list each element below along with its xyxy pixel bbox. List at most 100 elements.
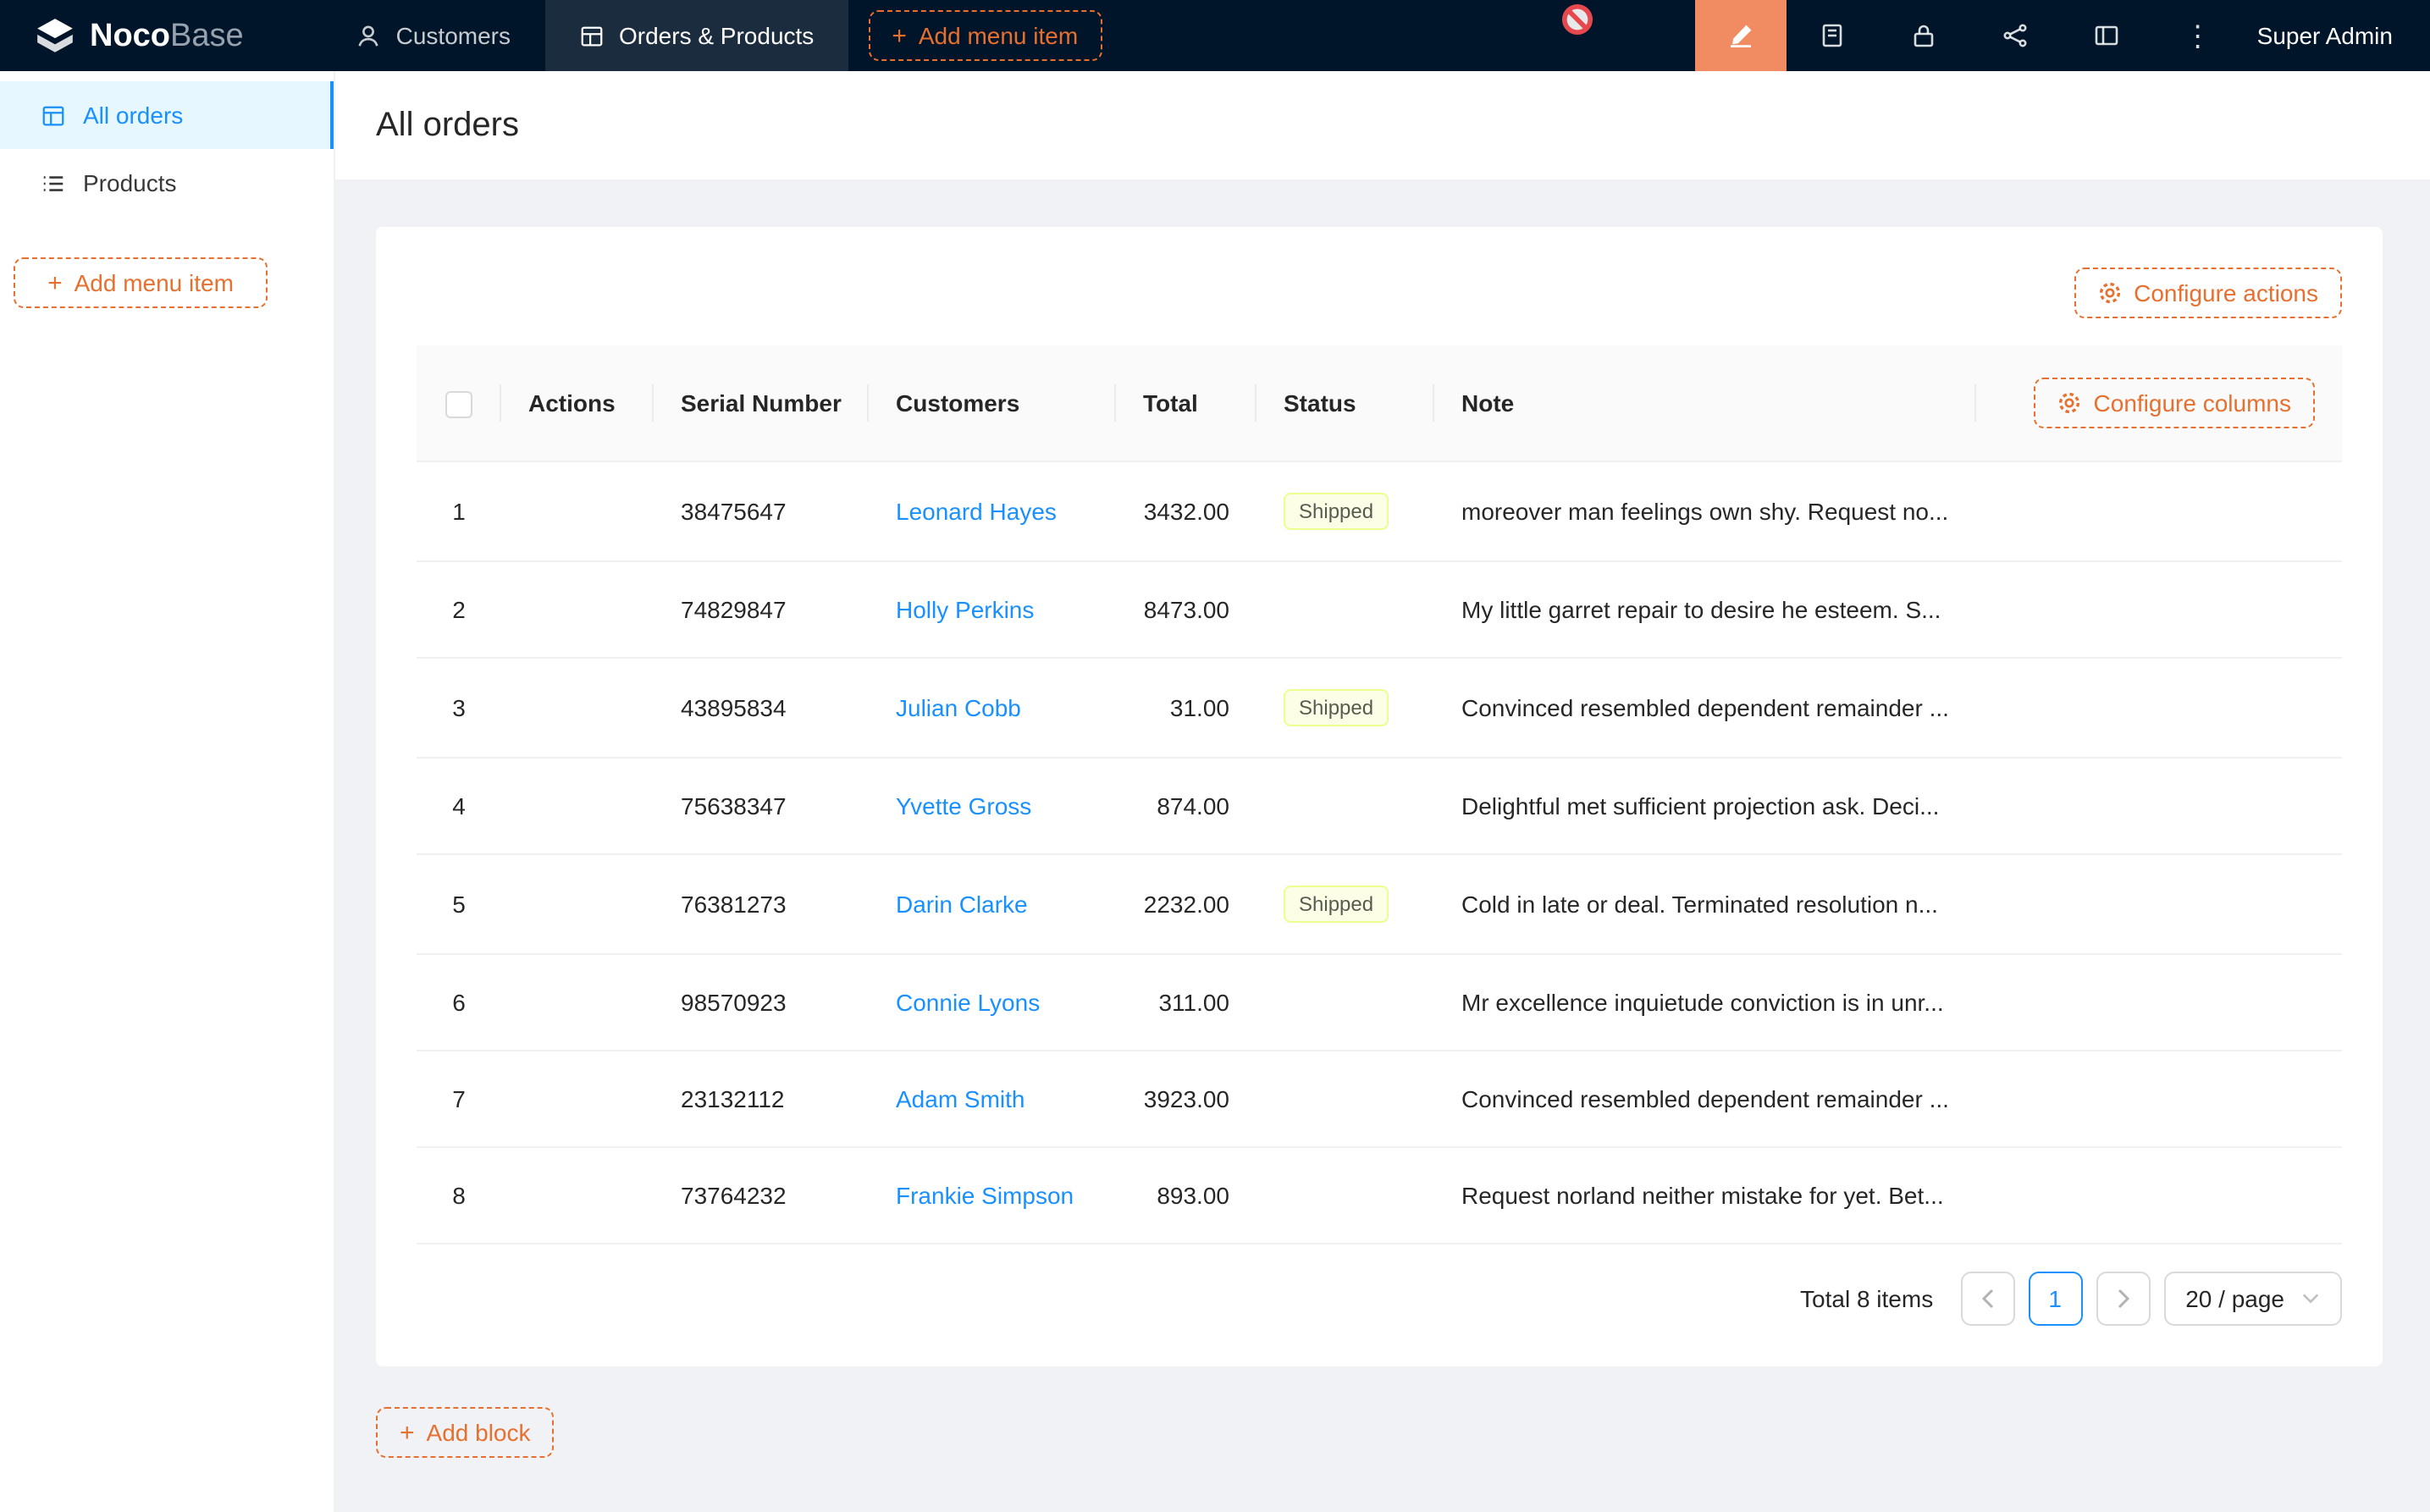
status-tag: Shipped: [1284, 886, 1389, 923]
add-block-button[interactable]: + Add block: [376, 1407, 555, 1458]
customer-link[interactable]: Yvette Gross: [896, 792, 1031, 819]
sidebar-item-products[interactable]: Products: [0, 149, 334, 217]
main-area: All orders Configure actions: [335, 71, 2430, 1512]
column-header-actions: Actions: [501, 345, 654, 462]
note-cell: Delightful met sufficient projection ask…: [1434, 759, 1976, 855]
customer-link[interactable]: Holly Perkins: [896, 596, 1034, 623]
pagination-next-button[interactable]: [2096, 1272, 2150, 1326]
brand-text: NocoBase: [90, 19, 244, 52]
chevron-down-icon: [2301, 1292, 2320, 1305]
page-title: All orders: [376, 106, 519, 145]
nav-item-label: Customers: [396, 22, 511, 49]
top-navbar: NocoBase Customers Orders & Products + A…: [0, 0, 2430, 71]
more-icon: ⋮: [2184, 21, 2212, 50]
total-cell: 893.00: [1116, 1148, 1256, 1244]
configure-actions-button[interactable]: Configure actions: [2074, 268, 2342, 318]
ui-editor-button[interactable]: [1695, 0, 1787, 71]
row-index: 8: [417, 1148, 501, 1244]
row-actions-cell: [501, 562, 654, 659]
plugins-button[interactable]: [1969, 0, 2061, 71]
more-button[interactable]: ⋮: [2152, 0, 2244, 71]
sidebar-item-label: Products: [83, 169, 177, 196]
row-index: 1: [417, 462, 501, 562]
page-size-select[interactable]: 20 / page: [2163, 1272, 2342, 1326]
plus-icon: +: [892, 23, 907, 48]
navbar-actions: ⋮ Super Admin: [1695, 0, 2430, 71]
customer-link[interactable]: Leonard Hayes: [896, 498, 1057, 525]
status-tag: Shipped: [1284, 689, 1389, 726]
nocobase-logo[interactable]: NocoBase: [0, 0, 244, 71]
customer-link[interactable]: Julian Cobb: [896, 694, 1021, 721]
docs-button[interactable]: [1787, 0, 1878, 71]
total-cell: 2232.00: [1116, 855, 1256, 955]
row-index: 4: [417, 759, 501, 855]
note-cell: Convinced resembled dependent remainder …: [1434, 1051, 1976, 1148]
row-index: 5: [417, 855, 501, 955]
highlighter-icon: [1727, 22, 1754, 49]
configure-columns-button[interactable]: Configure columns: [2035, 378, 2315, 428]
orders-table-block: Configure actions Actions Seria: [376, 227, 2383, 1366]
pagination: Total 8 items 1: [417, 1244, 2342, 1366]
table-row: 1 38475647 Leonard Hayes 3432.00 Shipped…: [417, 462, 2342, 562]
nav-item-label: Orders & Products: [619, 22, 814, 49]
row-actions-cell: [501, 955, 654, 1051]
page-header: All orders: [335, 71, 2430, 179]
column-header-total: Total: [1116, 345, 1256, 462]
orders-icon: [41, 102, 66, 128]
total-cell: 3432.00: [1116, 462, 1256, 562]
layout-icon: [2093, 22, 2120, 49]
serial-cell: 43895834: [654, 659, 869, 759]
nav-item-orders-products[interactable]: Orders & Products: [544, 0, 848, 71]
column-header-note: Note: [1434, 345, 1976, 462]
table-row: 2 74829847 Holly Perkins 8473.00 My litt…: [417, 562, 2342, 659]
total-cell: 31.00: [1116, 659, 1256, 759]
table-row: 3 43895834 Julian Cobb 31.00 Shipped Con…: [417, 659, 2342, 759]
list-icon: [41, 170, 66, 196]
total-cell: 3923.00: [1116, 1051, 1256, 1148]
user-icon: [356, 23, 381, 48]
page-size-value: 20 / page: [2185, 1285, 2284, 1312]
user-menu[interactable]: Super Admin: [2244, 0, 2430, 71]
customer-link[interactable]: Adam Smith: [896, 1085, 1025, 1112]
customer-link[interactable]: Darin Clarke: [896, 891, 1028, 918]
serial-cell: 73764232: [654, 1148, 869, 1244]
note-cell: Convinced resembled dependent remainder …: [1434, 659, 1976, 759]
customer-link[interactable]: Frankie Simpson: [896, 1182, 1074, 1209]
table-toolbar: Configure actions: [417, 268, 2342, 318]
note-cell: moreover man feelings own shy. Request n…: [1434, 462, 1976, 562]
serial-cell: 75638347: [654, 759, 869, 855]
row-actions-cell: [501, 462, 654, 562]
table-row: 8 73764232 Frankie Simpson 893.00 Reques…: [417, 1148, 2342, 1244]
customer-link[interactable]: Connie Lyons: [896, 989, 1040, 1016]
column-header-serial-number: Serial Number: [654, 345, 869, 462]
nav-item-customers[interactable]: Customers: [322, 0, 544, 71]
top-menu: Customers Orders & Products + Add menu i…: [322, 0, 1102, 71]
api-icon: [2002, 22, 2029, 49]
add-menu-item-button-sidebar[interactable]: + Add menu item: [14, 257, 268, 308]
column-header-customers: Customers: [869, 345, 1116, 462]
chevron-right-icon: [2116, 1289, 2129, 1309]
gear-icon: [2058, 391, 2082, 415]
pagination-prev-button[interactable]: [1960, 1272, 2014, 1326]
page-content: Configure actions Actions Seria: [335, 179, 2430, 1512]
serial-cell: 74829847: [654, 562, 869, 659]
layout-button[interactable]: [2061, 0, 2152, 71]
chevron-left-icon: [1980, 1289, 1994, 1309]
table-row: 6 98570923 Connie Lyons 311.00 Mr excell…: [417, 955, 2342, 1051]
column-header-status: Status: [1256, 345, 1434, 462]
gear-icon: [2098, 281, 2122, 305]
orders-table: Actions Serial Number Customers Total St…: [417, 345, 2342, 1244]
pagination-page-1[interactable]: 1: [2028, 1272, 2082, 1326]
body-layout: All orders Products + Add menu item All …: [0, 71, 2430, 1512]
total-cell: 311.00: [1116, 955, 1256, 1051]
permissions-button[interactable]: [1878, 0, 1969, 71]
row-index: 2: [417, 562, 501, 659]
row-index: 6: [417, 955, 501, 1051]
select-all-checkbox[interactable]: [445, 392, 472, 419]
note-cell: Cold in late or deal. Terminated resolut…: [1434, 855, 1976, 955]
add-menu-item-button-navbar[interactable]: + Add menu item: [868, 10, 1102, 61]
sidebar-item-all-orders[interactable]: All orders: [0, 81, 334, 149]
note-cell: Request norland neither mistake for yet.…: [1434, 1148, 1976, 1244]
lock-icon: [1910, 22, 1937, 49]
table-row: 4 75638347 Yvette Gross 874.00 Delightfu…: [417, 759, 2342, 855]
